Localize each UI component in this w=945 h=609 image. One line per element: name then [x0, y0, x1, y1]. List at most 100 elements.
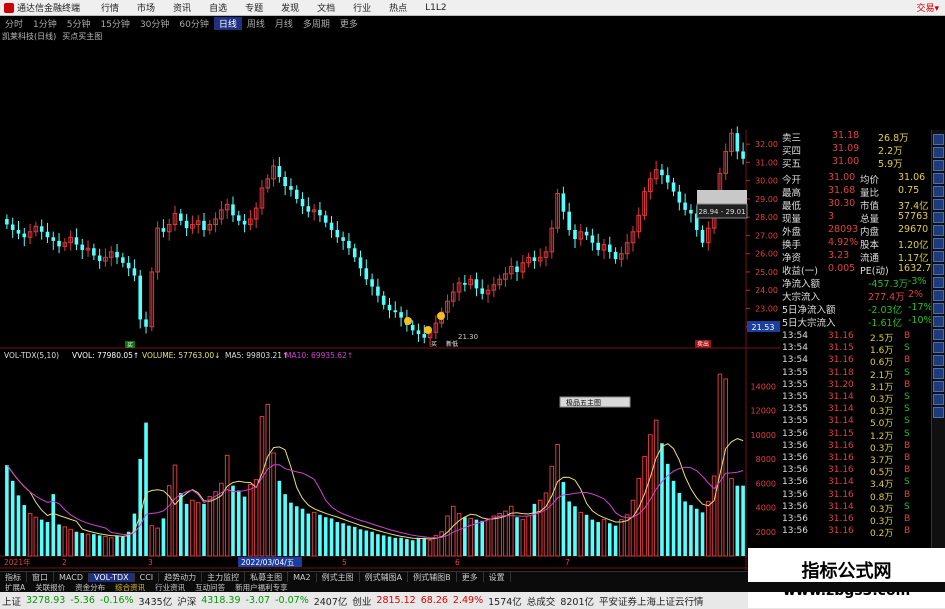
- bottom-tab-12[interactable]: 更多: [457, 571, 484, 583]
- volume-bar-up: [450, 505, 456, 557]
- quote-panel: 卖三 31.18 26.8万 买四 31.09 2.2万 买五 31.00 5.9万 今开 31.0…: [780, 130, 933, 590]
- bottom-tab2-0[interactable]: 扩展A: [0, 582, 30, 593]
- bottom-tab-11[interactable]: 例式辅图B: [408, 571, 457, 583]
- tick-price: 31.16: [828, 440, 854, 451]
- trade-menu[interactable]: 交易▾: [916, 1, 939, 14]
- candle-body-down: [590, 235, 595, 243]
- volume-bar-down: [613, 525, 618, 556]
- candle-body-down: [16, 229, 21, 234]
- stat-row: 最低 30.30 市值 37.4亿: [780, 198, 930, 212]
- tick-vol: 0.3万: [870, 395, 894, 405]
- volume-bar-up: [149, 525, 155, 557]
- toolbar-button-icon[interactable]: [933, 225, 944, 236]
- volume-bar-down: [393, 537, 398, 556]
- tick-row: 13:56 31.16 0.2万 B: [780, 526, 930, 539]
- candle-body-down: [561, 193, 566, 212]
- bottom-tab-10[interactable]: 例式辅图A: [360, 571, 409, 583]
- signal-buy2-label: 买: [431, 340, 437, 348]
- volume-bars-group: [5, 373, 745, 557]
- toolbar-button-icon[interactable]: [933, 238, 944, 249]
- candle-body-down: [422, 334, 427, 338]
- tick-side: S: [904, 404, 910, 415]
- stat-label-2: 总量: [860, 214, 880, 225]
- bottom-tab-13[interactable]: 设置: [484, 571, 511, 583]
- order-label: 卖三: [782, 133, 802, 144]
- date-axis-year: 2021年: [4, 557, 31, 567]
- total-label: 总成交: [526, 596, 556, 608]
- bottom-tab-9[interactable]: 例式主图: [317, 571, 360, 583]
- candle-body-down: [179, 213, 183, 221]
- candle-body-down: [242, 220, 247, 225]
- bottom-tab-2[interactable]: MACD: [54, 572, 89, 582]
- stat-value-2: 0.75: [898, 185, 920, 196]
- stat-label-2: 均价: [860, 175, 880, 186]
- volume-header-text: MA5: 99803.21↑: [225, 351, 288, 360]
- candle-body-down: [236, 215, 241, 221]
- toolbar-button-icon[interactable]: [933, 381, 944, 392]
- toolbar-button-icon[interactable]: [933, 199, 944, 210]
- toolbar-button-icon[interactable]: [933, 290, 944, 301]
- toolbar-button-icon[interactable]: [933, 329, 944, 340]
- order-vol: 5.9万: [878, 159, 903, 170]
- tick-side: B: [904, 465, 911, 476]
- order-price: 31.09: [832, 143, 860, 154]
- price-axis-label: 23.00: [755, 304, 778, 313]
- tick-vol: 3.1万: [870, 382, 894, 393]
- price-axis-label: 27.00: [755, 231, 778, 240]
- tick-vol: 3.4万: [870, 480, 894, 491]
- bottom-tab2-2[interactable]: 资金分布: [70, 582, 110, 593]
- tick-row: 13:54 31.16 0.6万 B: [780, 355, 930, 368]
- bottom-tab-8[interactable]: MA2: [288, 572, 317, 582]
- candle-body-down: [121, 257, 125, 263]
- volume-bar-down: [121, 536, 125, 556]
- toolbar-button-icon[interactable]: [933, 173, 944, 184]
- bottom-tab2-1[interactable]: 关联报价: [30, 582, 70, 593]
- stat-value-2: 31.06: [898, 172, 926, 183]
- stat-label-1: 最高: [782, 188, 802, 199]
- toolbar-button-icon[interactable]: [933, 394, 944, 405]
- range-box-top: [697, 190, 747, 204]
- toolbar-button-icon[interactable]: [933, 264, 944, 275]
- toolbar-button-icon[interactable]: [933, 407, 944, 418]
- order-label: 买五: [782, 159, 802, 170]
- tick-side: B: [904, 379, 911, 390]
- tick-price: 31.15: [828, 343, 854, 354]
- candle-body-down: [115, 251, 119, 258]
- toolbar-button-icon[interactable]: [933, 186, 944, 197]
- toolbar-button-icon[interactable]: [933, 277, 944, 288]
- bottom-tab2-4[interactable]: 行业资讯: [150, 582, 190, 593]
- candle-body-down: [144, 319, 148, 327]
- volume-header-text: VOL-TDX(5,10): [4, 351, 59, 360]
- stat-row: 净资 3.23 流通 1.17亿: [780, 250, 930, 264]
- volume-bar-up: [190, 499, 195, 557]
- toolbar-button-icon[interactable]: [933, 342, 944, 353]
- toolbar-button-icon[interactable]: [933, 251, 944, 262]
- sh-change: -5.36: [70, 595, 95, 606]
- volume-bar-down: [115, 535, 119, 556]
- toolbar-button-icon[interactable]: [933, 368, 944, 379]
- chart-canvas[interactable]: 32.00 31.00 30.00 29.00 28.00 27.00 26.00 25.00…: [0, 0, 780, 592]
- volume-bar-down: [677, 492, 682, 556]
- candle-body-down: [294, 189, 299, 199]
- flow-value: -1.61亿: [868, 318, 903, 329]
- low-price-label: 21.30: [458, 333, 478, 341]
- bottom-tab2-3[interactable]: 综合资讯: [110, 582, 150, 593]
- stat-row: 外盘 28093 内盘 29670: [780, 224, 930, 238]
- toolbar-button-icon[interactable]: [933, 355, 944, 366]
- toolbar-button-icon[interactable]: [933, 212, 944, 223]
- toolbar-button-icon[interactable]: [933, 147, 944, 158]
- bottom-tab-3[interactable]: VOL-TDX: [88, 572, 135, 582]
- toolbar-button-icon[interactable]: [933, 160, 944, 171]
- sh-value: 3278.93: [26, 595, 66, 606]
- tick-time: 13:56: [782, 440, 808, 451]
- bottom-tab2-6[interactable]: 新用户福利专享: [230, 582, 293, 593]
- toolbar-button-icon[interactable]: [933, 134, 944, 145]
- toolbar-button-icon[interactable]: [933, 316, 944, 327]
- toolbar-button-icon[interactable]: [933, 303, 944, 314]
- volume-axis-label: 12000: [751, 407, 776, 416]
- bottom-tab2-5[interactable]: 互动问答: [190, 582, 230, 593]
- volume-bar-down: [179, 492, 183, 556]
- volume-bar-down: [97, 535, 102, 556]
- stat-label-1: 收益(一): [782, 266, 818, 277]
- bottom-tab-4[interactable]: CCI: [135, 572, 160, 582]
